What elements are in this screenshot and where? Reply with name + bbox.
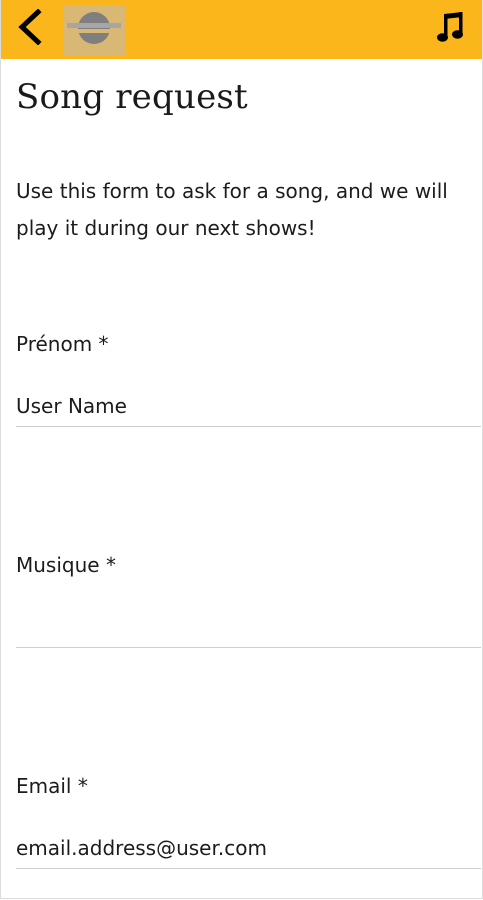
- chevron-left-icon: [14, 8, 44, 49]
- station-logo-icon: [64, 4, 124, 56]
- email-input[interactable]: [16, 828, 481, 869]
- music-note-icon: [434, 11, 466, 49]
- top-app-bar: [1, 0, 482, 59]
- intro-text: Use this form to ask for a song, and we …: [16, 179, 448, 240]
- first-name-label: Prénom *: [16, 332, 109, 356]
- music-button[interactable]: [430, 10, 470, 50]
- music-input[interactable]: [16, 607, 481, 648]
- music-field: Musique *: [16, 551, 481, 656]
- app-frame: Song request Use this form to ask for a …: [0, 0, 483, 899]
- music-label: Musique *: [16, 553, 116, 577]
- back-button[interactable]: [9, 8, 49, 50]
- email-field: Email *: [16, 772, 481, 877]
- station-logo[interactable]: [63, 5, 125, 55]
- email-label: Email *: [16, 774, 88, 798]
- form-content: Song request Use this form to ask for a …: [1, 59, 482, 247]
- page-title: Song request: [16, 77, 248, 117]
- first-name-input[interactable]: [16, 386, 481, 427]
- first-name-field: Prénom *: [16, 330, 481, 435]
